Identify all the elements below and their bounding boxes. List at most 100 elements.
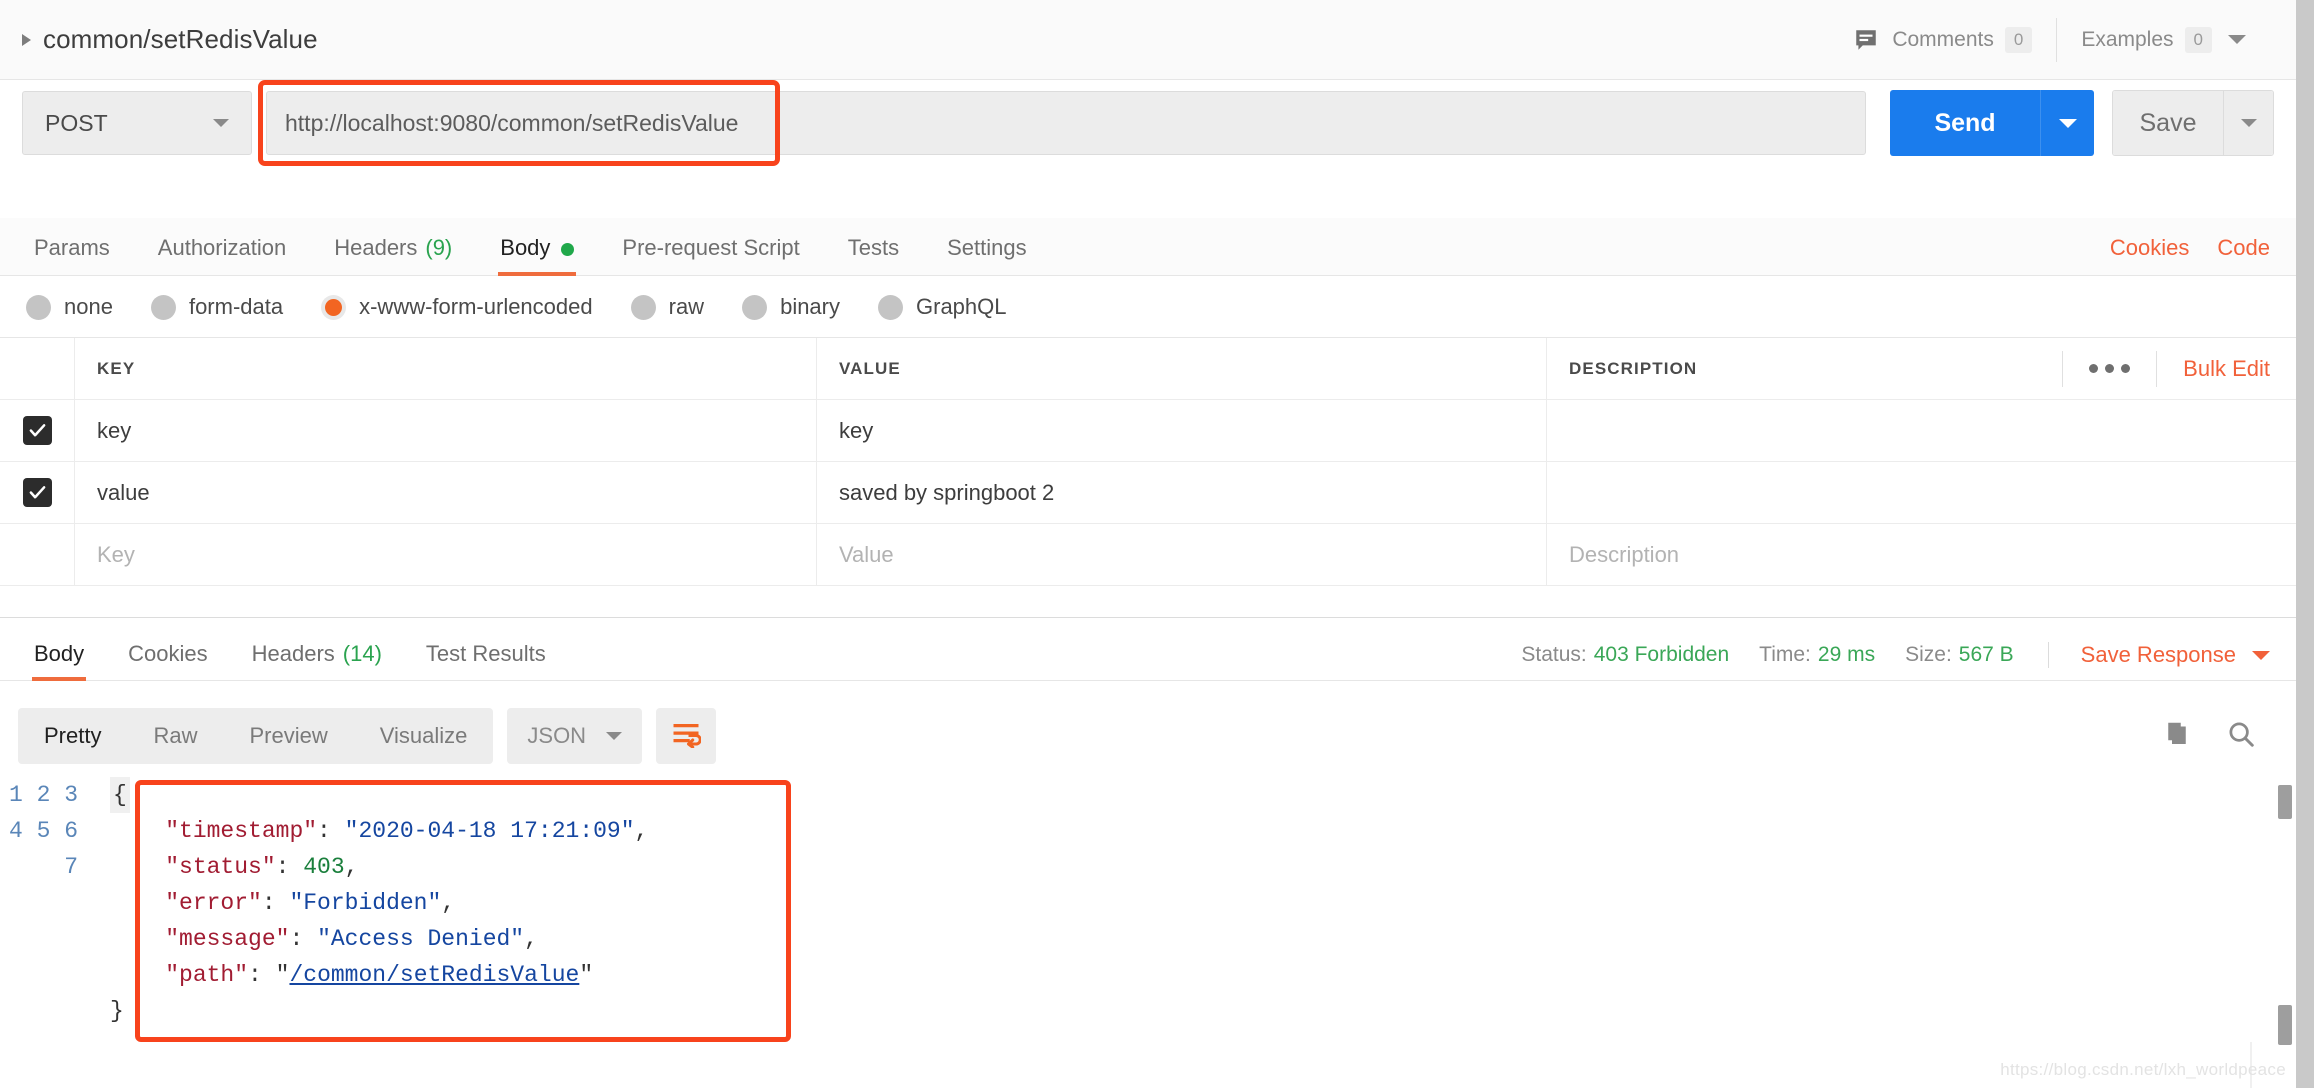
form-data-table: KEY VALUE DESCRIPTION Bulk Edit	[0, 337, 2296, 586]
word-wrap-button[interactable]	[656, 708, 716, 764]
tab-label: Tests	[848, 235, 899, 261]
row-value-cell[interactable]: Value	[817, 524, 1547, 585]
body-type-binary[interactable]: binary	[742, 294, 840, 320]
app-scrollbar[interactable]	[2296, 0, 2314, 1088]
tab-tests[interactable]: Tests	[824, 235, 923, 275]
response-tab-cookies[interactable]: Cookies	[106, 641, 229, 680]
row-checkbox-cell[interactable]	[0, 524, 75, 585]
table-row[interactable]: value saved by springboot 2	[0, 462, 2296, 524]
body-type-x-www-form-urlencoded[interactable]: x-www-form-urlencoded	[321, 294, 593, 320]
row-description-cell[interactable]	[1547, 400, 2296, 461]
row-key-cell[interactable]: value	[75, 462, 817, 523]
url-input-wrap: http://localhost:9080/common/setRedisVal…	[266, 91, 1866, 155]
tab-headers[interactable]: Headers (9)	[310, 235, 476, 275]
tab-pre-request-script[interactable]: Pre-request Script	[598, 235, 823, 275]
url-input[interactable]: http://localhost:9080/common/setRedisVal…	[266, 91, 1866, 155]
tab-authorization[interactable]: Authorization	[134, 235, 310, 275]
radio-icon	[151, 295, 176, 320]
code-scrollbar-thumb-bottom[interactable]	[2278, 1005, 2292, 1045]
copy-icon[interactable]	[2162, 719, 2192, 754]
row-description-cell[interactable]: Description	[1547, 524, 2296, 585]
search-icon[interactable]	[2226, 719, 2256, 754]
comments-count: 0	[2005, 27, 2032, 53]
size-field: Size:567 B	[1905, 643, 2014, 667]
send-button-group[interactable]: Send	[1890, 90, 2094, 156]
json-value-path[interactable]: /common/setRedisValue	[289, 962, 579, 988]
response-tab-test-results[interactable]: Test Results	[404, 641, 568, 680]
row-value-cell[interactable]: key	[817, 400, 1547, 461]
checkbox-checked-icon[interactable]	[23, 416, 52, 445]
save-response-label: Save Response	[2081, 642, 2236, 668]
viewer-mode-visualize[interactable]: Visualize	[354, 708, 494, 764]
radio-label: x-www-form-urlencoded	[359, 294, 593, 320]
url-value: http://localhost:9080/common/setRedisVal…	[285, 110, 738, 137]
triangle-right-icon[interactable]	[22, 34, 31, 46]
viewer-mode-raw[interactable]: Raw	[127, 708, 223, 764]
radio-label: binary	[780, 294, 840, 320]
table-row-empty[interactable]: Key Value Description	[0, 524, 2296, 586]
examples-label: Examples	[2081, 28, 2173, 52]
radio-label: none	[64, 294, 113, 320]
table-actions: Bulk Edit	[2062, 351, 2296, 387]
chevron-down-icon[interactable]	[213, 119, 229, 127]
chevron-down-icon[interactable]	[2228, 35, 2246, 44]
request-tabs-links: Cookies Code	[2082, 235, 2296, 275]
ellipsis-icon[interactable]	[2062, 351, 2156, 387]
body-type-none[interactable]: none	[26, 294, 113, 320]
radio-icon	[742, 295, 767, 320]
status-label: Status:	[1521, 643, 1586, 666]
checkbox-checked-icon[interactable]	[23, 478, 52, 507]
comments-button[interactable]: Comments 0	[1829, 18, 2056, 62]
save-button[interactable]: Save	[2113, 91, 2223, 155]
row-value-cell[interactable]: saved by springboot 2	[817, 462, 1547, 523]
method-select[interactable]: POST	[22, 91, 252, 155]
save-button-group[interactable]: Save	[2112, 90, 2274, 156]
cookies-link[interactable]: Cookies	[2110, 235, 2189, 261]
viewer-mode-pretty[interactable]: Pretty	[18, 708, 127, 764]
format-select[interactable]: JSON	[507, 708, 642, 764]
viewer-mode-preview[interactable]: Preview	[223, 708, 353, 764]
body-modified-dot-icon	[561, 243, 574, 256]
tab-label: Test Results	[426, 641, 546, 667]
postman-window: common/setRedisValue Comments 0 Examples…	[0, 0, 2314, 1088]
code-scrollbar-thumb-top[interactable]	[2278, 785, 2292, 819]
bulk-edit-link[interactable]: Bulk Edit	[2156, 351, 2270, 387]
body-type-graphql[interactable]: GraphQL	[878, 294, 1007, 320]
row-key-value: key	[97, 418, 131, 444]
app-scrollbar-thumb[interactable]	[2296, 0, 2314, 1088]
response-body-viewer[interactable]: 1 2 3 4 5 6 7 { "timestamp": "2020-04-18…	[0, 767, 2296, 1067]
send-button[interactable]: Send	[1890, 90, 2040, 156]
json-value-timestamp: "2020-04-18 17:21:09"	[345, 818, 635, 844]
save-options-button[interactable]	[2223, 91, 2273, 155]
row-description-cell[interactable]	[1547, 462, 2296, 523]
tab-settings[interactable]: Settings	[923, 235, 1051, 275]
response-viewer-toolbar: Pretty Raw Preview Visualize JSON	[0, 705, 2296, 767]
examples-button[interactable]: Examples 0	[2056, 18, 2270, 62]
body-type-raw[interactable]: raw	[631, 294, 704, 320]
json-value-error: "Forbidden"	[289, 890, 441, 916]
row-checkbox-cell[interactable]	[0, 462, 75, 523]
tab-label: Headers	[252, 641, 335, 667]
description-placeholder: Description	[1569, 542, 1679, 568]
row-key-cell[interactable]: Key	[75, 524, 817, 585]
radio-label: form-data	[189, 294, 283, 320]
tab-body[interactable]: Body	[476, 235, 598, 275]
row-checkbox-cell[interactable]	[0, 400, 75, 461]
row-value-value: saved by springboot 2	[839, 480, 1054, 506]
send-options-button[interactable]	[2040, 90, 2094, 156]
response-tab-headers[interactable]: Headers (14)	[230, 641, 404, 680]
row-key-cell[interactable]: key	[75, 400, 817, 461]
tab-params[interactable]: Params	[10, 235, 134, 275]
time-field: Time:29 ms	[1759, 643, 1875, 667]
table-row[interactable]: key key	[0, 400, 2296, 462]
body-type-form-data[interactable]: form-data	[151, 294, 283, 320]
chevron-down-icon[interactable]	[606, 732, 622, 740]
key-placeholder: Key	[97, 542, 135, 568]
tab-label: Body	[34, 641, 84, 667]
save-response-button[interactable]: Save Response	[2048, 642, 2270, 668]
response-tab-body[interactable]: Body	[12, 641, 106, 680]
column-header-description: DESCRIPTION	[1569, 359, 1697, 379]
code-link[interactable]: Code	[2217, 235, 2270, 261]
tab-label: Headers	[334, 235, 417, 261]
chevron-down-icon[interactable]	[2252, 651, 2270, 660]
